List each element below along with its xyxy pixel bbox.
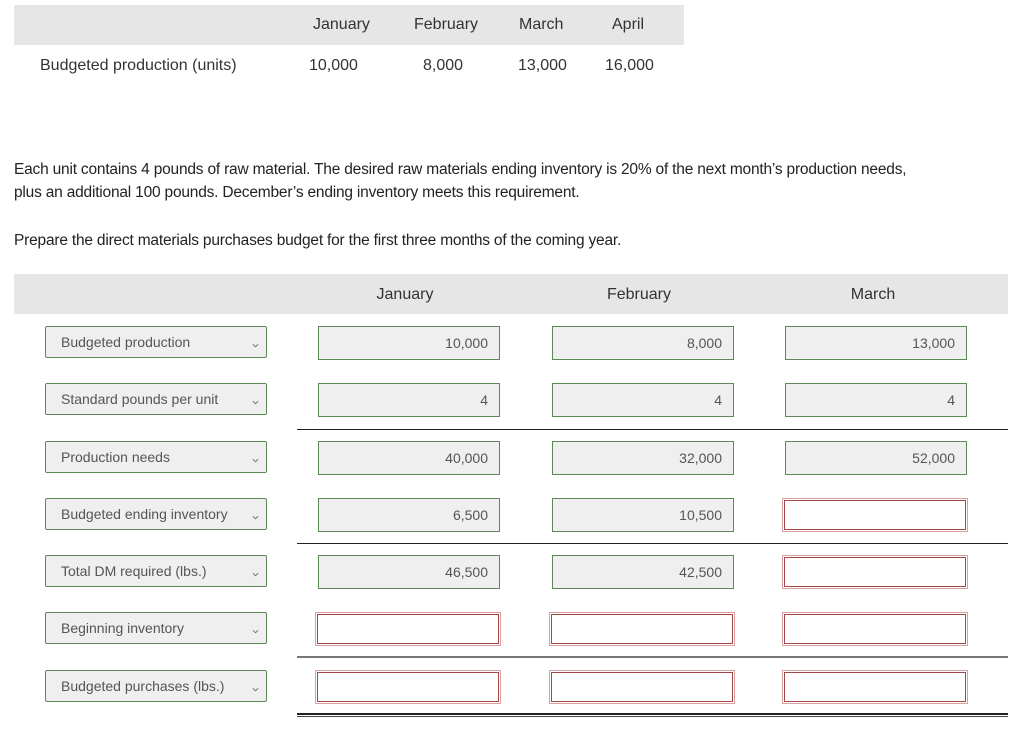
row-label-text: Production needs [61,449,170,465]
answer-input[interactable]: 46,500 [318,555,500,589]
chevron-down-icon [252,565,259,577]
answer-input[interactable]: 52,000 [785,441,967,475]
answer-input[interactable]: 4 [318,383,500,417]
given-value-january: 10,000 [309,57,358,74]
given-header-february: February [414,16,479,33]
given-value-february: 8,000 [423,57,464,74]
chevron-down-icon [252,680,259,692]
empty-answer-input[interactable] [782,498,968,532]
instruction-prompt: Prepare the direct materials purchases b… [14,232,622,249]
budget-header-january: January [376,286,434,303]
row-label-select[interactable]: Standard pounds per unit [45,383,267,415]
given-header-april: April [612,16,645,33]
answer-input[interactable]: 13,000 [785,326,967,360]
answer-input[interactable]: 10,000 [318,326,500,360]
given-value-march: 13,000 [518,57,567,74]
given-header-march: March [519,16,564,33]
chevron-down-icon [252,451,259,463]
empty-answer-input[interactable] [315,612,501,646]
total-double-rule [297,713,1008,717]
chevron-down-icon [252,622,259,634]
subtotal-rule [297,543,1008,544]
chevron-down-icon [252,336,259,348]
answer-input[interactable]: 10,500 [552,498,734,532]
subtotal-rule [297,656,1008,658]
given-row-label: Budgeted production (units) [40,57,237,74]
row-label-text: Budgeted production [61,334,191,350]
row-label-text: Total DM required (lbs.) [61,563,207,579]
empty-answer-input[interactable] [782,670,968,704]
given-value-april: 16,000 [605,57,654,74]
empty-answer-input[interactable] [782,612,968,646]
row-label-text: Budgeted purchases (lbs.) [61,678,225,694]
row-label-text: Standard pounds per unit [61,391,219,407]
row-label-select[interactable]: Budgeted production [45,326,267,358]
answer-input[interactable]: 42,500 [552,555,734,589]
row-label-text: Beginning inventory [61,620,184,636]
row-label-select[interactable]: Total DM required (lbs.) [45,555,267,587]
row-label-text: Budgeted ending inventory [61,506,228,522]
empty-answer-input[interactable] [782,555,968,589]
answer-input[interactable]: 4 [552,383,734,417]
budget-header-february: February [606,286,672,303]
empty-answer-input[interactable] [549,612,735,646]
budget-header-march: March [850,286,896,303]
row-label-select[interactable]: Production needs [45,441,267,473]
subtotal-rule [297,429,1008,430]
answer-input[interactable]: 32,000 [552,441,734,475]
row-label-select[interactable]: Budgeted ending inventory [45,498,267,530]
chevron-down-icon [252,508,259,520]
empty-answer-input[interactable] [549,670,735,704]
empty-answer-input[interactable] [315,670,501,704]
row-label-select[interactable]: Beginning inventory [45,612,267,644]
answer-input[interactable]: 8,000 [552,326,734,360]
instruction-line-2: plus an additional 100 pounds. December’… [14,184,580,201]
answer-input[interactable]: 4 [785,383,967,417]
chevron-down-icon [252,393,259,405]
instruction-line-1: Each unit contains 4 pounds of raw mater… [14,161,907,178]
row-label-select[interactable]: Budgeted purchases (lbs.) [45,670,267,702]
given-header-january: January [313,16,370,33]
answer-input[interactable]: 40,000 [318,441,500,475]
answer-input[interactable]: 6,500 [318,498,500,532]
